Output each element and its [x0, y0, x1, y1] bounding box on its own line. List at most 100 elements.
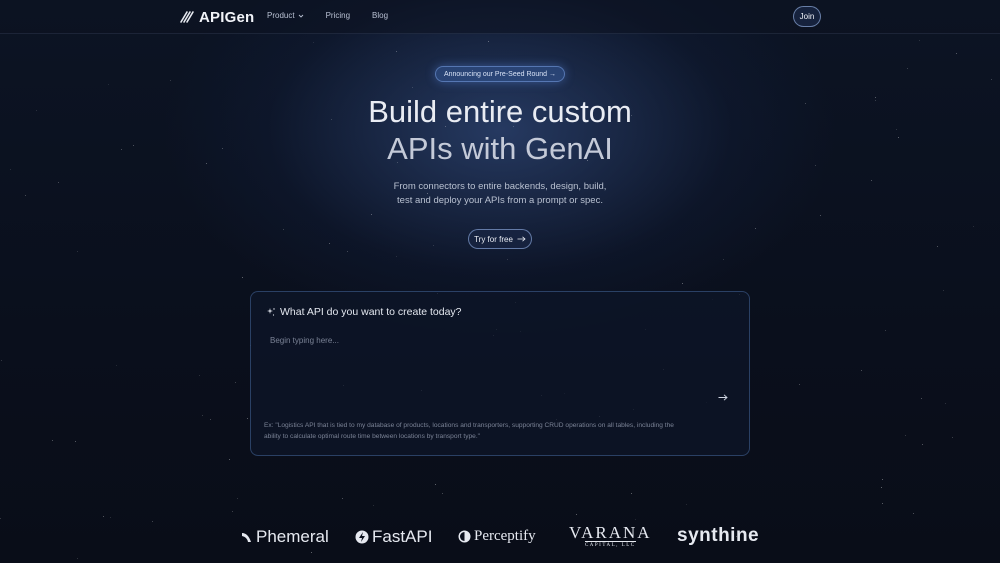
- star: [242, 277, 243, 278]
- partner-name: Phemeral: [256, 527, 329, 546]
- prompt-example-line-2: ability to calculate optimal route time …: [264, 433, 481, 440]
- star: [973, 226, 974, 227]
- star: [313, 42, 314, 43]
- prompt-title-text: What API do you want to create today?: [280, 306, 462, 318]
- star: [1, 360, 2, 361]
- try-for-free-label: Try for free: [474, 234, 513, 244]
- star: [152, 521, 153, 522]
- star: [435, 484, 436, 485]
- star: [229, 459, 230, 460]
- arrow-right-icon: [517, 236, 526, 242]
- brand-name: APIGen: [199, 8, 255, 26]
- star: [905, 435, 906, 436]
- star: [396, 51, 397, 52]
- submit-button[interactable]: [716, 391, 730, 403]
- star: [943, 290, 944, 291]
- prompt-example-line-1: Ex: "Logistics API that is tied to my da…: [264, 422, 674, 429]
- bolt-icon: [355, 530, 369, 544]
- prompt-title: What API do you want to create today?: [266, 306, 462, 318]
- star: [799, 384, 800, 385]
- star: [75, 441, 76, 442]
- nav-links: Product Pricing Blog: [267, 11, 388, 20]
- partner-logo-varana: VARANA CAPITAL, LLC: [569, 524, 652, 549]
- star: [442, 493, 443, 494]
- partner-logo-synthine: synthine: [677, 525, 759, 547]
- star: [686, 504, 687, 505]
- star: [952, 437, 953, 438]
- star: [170, 80, 171, 81]
- star: [396, 256, 397, 257]
- star: [232, 511, 233, 512]
- star: [116, 365, 117, 366]
- star: [635, 519, 636, 520]
- star: [861, 370, 862, 371]
- partner-subname: CAPITAL, LLC: [584, 541, 636, 548]
- star: [921, 398, 922, 399]
- partner-logo-perceptify: Perceptify: [458, 528, 536, 545]
- try-for-free-button[interactable]: Try for free: [468, 229, 532, 249]
- star: [882, 503, 883, 504]
- partner-name: FastAPI: [372, 527, 433, 546]
- starfield: [0, 0, 1000, 563]
- perceptify-mark-icon: [458, 530, 471, 543]
- star: [103, 516, 104, 517]
- star: [108, 84, 109, 85]
- star: [210, 419, 211, 420]
- partner-name: VARANA: [569, 523, 652, 542]
- star: [342, 498, 343, 499]
- star: [247, 418, 248, 419]
- star: [937, 246, 938, 247]
- nav-link-label: Product: [267, 11, 295, 20]
- partner-logo-fastapi: FastAPI: [355, 527, 432, 547]
- announcement-pill[interactable]: Announcing our Pre-Seed Round →: [435, 66, 565, 82]
- star: [885, 330, 886, 331]
- star: [755, 228, 756, 229]
- star: [881, 487, 882, 488]
- star: [991, 79, 992, 80]
- logo-icon: [180, 11, 194, 23]
- star: [283, 229, 284, 230]
- nav-link-blog[interactable]: Blog: [372, 11, 388, 20]
- star: [52, 440, 53, 441]
- star: [913, 513, 914, 514]
- star: [347, 251, 348, 252]
- nav-link-pricing[interactable]: Pricing: [326, 11, 350, 20]
- star: [922, 444, 923, 445]
- star: [682, 283, 683, 284]
- star: [237, 498, 238, 499]
- star: [412, 87, 413, 88]
- nav-link-product[interactable]: Product: [267, 11, 304, 20]
- star: [631, 493, 632, 494]
- star: [882, 479, 883, 480]
- star: [907, 68, 908, 69]
- star: [433, 245, 434, 246]
- hero-subtitle-line-1: From connectors to entire backends, desi…: [393, 181, 607, 192]
- star: [329, 243, 330, 244]
- nav-link-label: Blog: [372, 11, 389, 20]
- chevron-down-icon: [298, 14, 303, 18]
- phemeral-mark-icon: [242, 533, 251, 542]
- star: [10, 169, 11, 170]
- prompt-input[interactable]: [270, 336, 700, 416]
- star: [945, 403, 946, 404]
- star: [488, 41, 489, 42]
- partner-name: synthine: [677, 525, 760, 546]
- star: [235, 382, 236, 383]
- star: [576, 514, 577, 515]
- partner-name: Perceptify: [474, 528, 536, 544]
- star: [311, 552, 312, 553]
- partner-logos: Phemeral FastAPI Perceptify VARANA CAPIT…: [0, 524, 1000, 550]
- star: [919, 40, 920, 41]
- star: [199, 375, 200, 376]
- arrow-right-icon: [718, 393, 728, 401]
- star: [956, 53, 957, 54]
- star: [507, 259, 508, 260]
- hero-title-line-1: Build entire custom: [368, 94, 632, 129]
- brand-logo[interactable]: APIGen: [179, 8, 254, 26]
- prompt-example: Ex: "Logistics API that is tied to my da…: [264, 420, 744, 442]
- star: [371, 214, 372, 215]
- star: [77, 251, 78, 252]
- partner-logo-phemeral: Phemeral: [241, 527, 329, 547]
- join-button[interactable]: Join: [793, 6, 821, 27]
- star: [0, 518, 1, 519]
